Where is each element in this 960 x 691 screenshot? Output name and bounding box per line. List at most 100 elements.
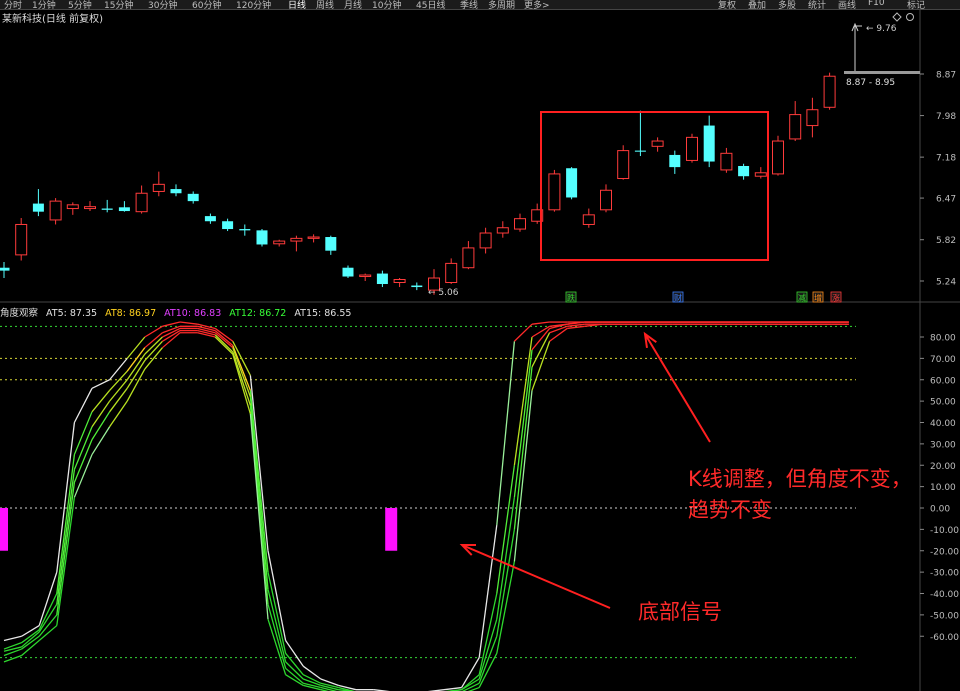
candle-body-28 [479,232,492,249]
candle-body-3 [49,200,62,221]
series-seg-AT5-10 [179,321,198,325]
candle-13 [222,218,234,232]
series-seg-AT12-28 [496,529,516,637]
candle-22 [376,270,388,288]
signal-bar-0 [0,508,8,551]
candle-44 [754,167,767,179]
series-seg-AT15-6 [109,400,128,428]
series-seg-AT15-5 [91,426,111,455]
series-seg-AT10-3 [56,469,76,605]
candle-body-5 [84,206,96,210]
series-seg-AT8-5 [91,390,111,413]
series-seg-AT12-5 [91,411,111,440]
candle-body-19 [325,237,337,251]
candle-16 [273,239,286,247]
candle-body-32 [548,173,561,211]
candle-body-1 [15,223,28,256]
candle-body-22 [376,273,388,285]
candle-body-45 [772,140,784,175]
candle-4 [66,202,79,215]
candle-41 [703,115,715,168]
indicator-at5: AT5: 87.35 [46,308,98,319]
ind-tick-label-12: -40.00 [930,590,959,600]
candle-body-6 [101,208,113,210]
candle-body-18 [307,236,320,239]
ind-tick-label-13: -50.00 [930,611,959,621]
candle-40 [686,133,698,163]
candle-body-27 [462,247,475,269]
series-seg-AT15-14 [249,413,269,620]
candle-24 [411,282,423,291]
series-seg-AT15-3 [56,497,76,626]
candle-32 [548,169,561,212]
ind-tick-label-11: -30.00 [930,569,959,579]
candle-body-21 [359,274,372,278]
candle-body-2 [32,203,44,212]
ind-tick-label-6: 20.00 [930,462,956,472]
candle-body-20 [342,267,354,277]
candle-body-0 [0,267,10,271]
candle-27 [462,241,475,270]
candle-11 [187,191,199,204]
ind-tick-label-3: 50.00 [930,398,956,408]
ind-tick-label-1: 70.00 [930,355,956,365]
series-seg-AT5-16 [285,640,304,667]
candle-38 [651,137,664,152]
price-tick-label-1: 5.82 [936,236,956,246]
series-seg-AT5-29 [513,323,533,342]
high-price-label: ← 9.76 [866,24,897,34]
candle-body-42 [720,152,733,171]
candle-9 [152,171,165,197]
series-seg-AT12-6 [109,387,128,413]
signal-bar-1 [385,508,398,551]
candle-8 [135,185,148,214]
candle-0 [0,261,10,279]
marker-0: 跌 [567,293,575,303]
candle-body-41 [703,125,715,162]
candle-body-11 [187,193,199,202]
range-label: 8.87 - 8.95 [846,78,895,88]
candle-21 [359,273,372,281]
candle-body-24 [411,285,423,288]
series-seg-AT5-14 [249,375,269,551]
arrow-to-lines-line [644,333,711,443]
indicator-at12: AT12: 86.72 [229,308,287,319]
candle-body-48 [823,75,836,108]
indicator-at15: AT15: 86.55 [294,308,352,319]
series-seg-AT5-7 [126,336,146,359]
ind-tick-label-14: -60.00 [930,633,959,643]
price-tick-label-3: 7.18 [936,154,956,164]
candle-30 [514,213,526,232]
candle-26 [445,258,458,285]
series-seg-AT8-1 [21,629,40,644]
candle-28 [479,227,492,254]
candle-29 [496,221,509,238]
candle-body-35 [600,189,612,211]
candle-20 [342,265,354,279]
candle-17 [290,235,303,252]
ind-tick-label-2: 60.00 [930,376,956,386]
candle-10 [170,184,182,197]
candle-body-13 [222,221,234,230]
candle-body-34 [582,214,595,225]
candle-body-39 [669,154,681,168]
candle-body-44 [754,172,767,177]
ind-tick-label-5: 30.00 [930,440,956,450]
candle-body-33 [566,168,578,198]
price-tick-label-0: 5.24 [936,278,956,288]
series-seg-AT5-30 [531,321,550,325]
chart-canvas: 5.24 5.82 6.47 7.18 7.98 8.87 ← 9.76 ← 5.06 8.87… [0,10,960,691]
candle-6 [101,199,113,213]
price-tick-label-5: 8.87 [936,71,956,81]
indicator-at8: AT8: 86.97 [105,308,157,319]
series-seg-AT8-14 [249,390,269,573]
candle-body-4 [66,204,79,210]
marker-4: 涨 [832,293,840,303]
series-seg-AT15-0 [3,654,22,663]
series-seg-AT5-27 [478,525,498,658]
candle-7 [118,201,130,212]
diamond-icon [892,12,902,22]
candle-42 [720,147,733,173]
ind-tick-label-9: -10.00 [930,526,959,536]
candle-body-47 [806,109,819,127]
